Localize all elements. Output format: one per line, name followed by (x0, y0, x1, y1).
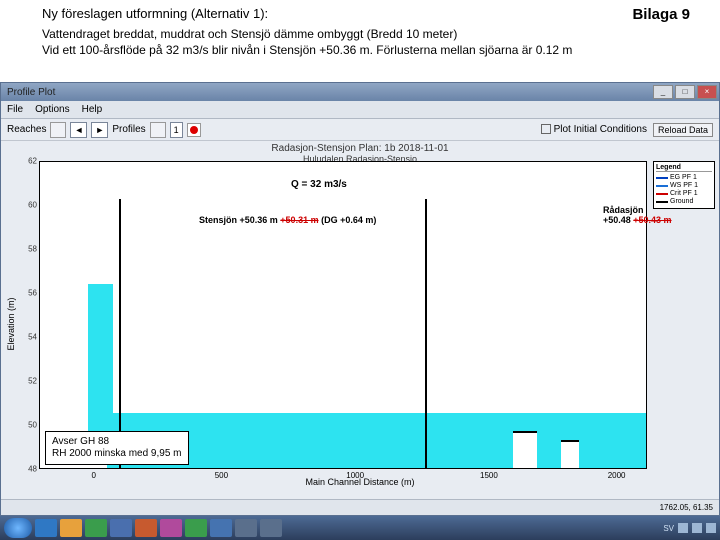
plot-conditions-label: Plot Initial Conditions (554, 124, 647, 135)
annotation-q: Q = 32 m3/s (291, 179, 347, 190)
page-description: Vattendraget breddat, muddrat och Stensj… (0, 25, 720, 64)
taskbar-app-icon[interactable] (160, 519, 182, 537)
page-title-left: Ny föreslagen utformning (Alternativ 1): (42, 6, 268, 23)
app-window: Profile Plot _ □ × File Options Help Rea… (0, 82, 720, 516)
ytick: 50 (28, 420, 37, 429)
ytick: 60 (28, 200, 37, 209)
close-button[interactable]: × (697, 85, 717, 99)
plot-title: Radasjon-Stensjon Plan: 1b 2018-11-01 (1, 141, 719, 154)
reload-data-button[interactable]: Reload Data (653, 123, 713, 137)
tray-icon[interactable] (706, 523, 716, 533)
water-left-bank (88, 284, 112, 413)
start-button[interactable] (4, 518, 32, 538)
arrow-left-button[interactable]: ◄ (70, 122, 87, 138)
structure-spike (425, 199, 427, 468)
structure-spike (119, 199, 121, 468)
ytick: 48 (28, 465, 37, 474)
maximize-button[interactable]: □ (675, 85, 695, 99)
taskbar-app-icon[interactable] (60, 519, 82, 537)
note-line: Avser GH 88 (52, 436, 182, 448)
note-line: RH 2000 minska med 9,95 m (52, 448, 182, 460)
legend-title: Legend (656, 164, 712, 172)
ytick: 62 (28, 157, 37, 166)
taskbar[interactable]: SV (0, 516, 720, 540)
tray-icon[interactable] (692, 523, 702, 533)
x-axis-label: Main Channel Distance (m) (305, 477, 414, 487)
record-icon[interactable] (187, 123, 201, 137)
statusbar: 1762.05, 61.35 (1, 499, 719, 515)
system-tray[interactable]: SV (663, 523, 716, 533)
annotation-radasjon: Rådasjön +50.48 +50.43 m (603, 205, 713, 225)
arrow-right-button[interactable]: ► (91, 122, 108, 138)
ground-seg (561, 440, 579, 468)
taskbar-app-icon[interactable] (235, 519, 257, 537)
ytick: 54 (28, 332, 37, 341)
xtick: 2000 (608, 471, 626, 480)
ytick: 56 (28, 288, 37, 297)
status-coords: 1762.05, 61.35 (660, 503, 713, 512)
ground-seg (513, 431, 537, 468)
taskbar-app-icon[interactable] (185, 519, 207, 537)
menu-help[interactable]: Help (82, 104, 103, 115)
legend-item: WS PF 1 (670, 182, 698, 189)
page-title-right: Bilaga 9 (632, 6, 690, 23)
profiles-value[interactable]: 1 (170, 122, 183, 138)
ytick: 58 (28, 244, 37, 253)
menubar: File Options Help (1, 101, 719, 119)
plot-conditions-checkbox[interactable]: Plot Initial Conditions (541, 124, 647, 135)
legend-item: Crit PF 1 (670, 190, 698, 197)
taskbar-app-icon[interactable] (35, 519, 57, 537)
legend-item: EG PF 1 (670, 174, 697, 181)
xtick: 0 (91, 471, 95, 480)
note-box: Avser GH 88 RH 2000 minska med 9,95 m (45, 431, 189, 465)
window-title: Profile Plot (7, 87, 55, 98)
taskbar-app-icon[interactable] (85, 519, 107, 537)
reaches-label: Reaches (7, 124, 46, 135)
y-axis-label: Elevation (m) (6, 297, 16, 350)
taskbar-app-icon[interactable] (135, 519, 157, 537)
menu-file[interactable]: File (7, 104, 23, 115)
profiles-label: Profiles (112, 124, 145, 135)
desc-line-2: Vid ett 100-årsflöde på 32 m3/s blir niv… (42, 43, 690, 59)
minimize-button[interactable]: _ (653, 85, 673, 99)
tray-icon[interactable] (678, 523, 688, 533)
taskbar-app-icon[interactable] (110, 519, 132, 537)
legend-item: Ground (670, 198, 693, 205)
y-ticks: 48 50 52 54 56 58 60 62 (21, 161, 37, 469)
xtick: 500 (215, 471, 228, 480)
annotation-stensjon: Stensjön +50.36 m +50.31 m (DG +0.64 m) (199, 215, 376, 225)
legend: Legend EG PF 1 WS PF 1 Crit PF 1 Ground (653, 161, 715, 209)
profiles-button[interactable] (150, 122, 166, 138)
window-titlebar[interactable]: Profile Plot _ □ × (1, 83, 719, 101)
xtick: 1500 (480, 471, 498, 480)
plot-canvas[interactable] (39, 161, 647, 469)
reaches-button[interactable] (50, 122, 66, 138)
tray-lang[interactable]: SV (663, 524, 674, 533)
menu-options[interactable]: Options (35, 104, 69, 115)
taskbar-app-icon[interactable] (210, 519, 232, 537)
toolbar: Reaches ◄ ► Profiles 1 Plot Initial Cond… (1, 119, 719, 141)
taskbar-app-icon[interactable] (260, 519, 282, 537)
desc-line-1: Vattendraget breddat, muddrat och Stensj… (42, 27, 690, 43)
ytick: 52 (28, 376, 37, 385)
